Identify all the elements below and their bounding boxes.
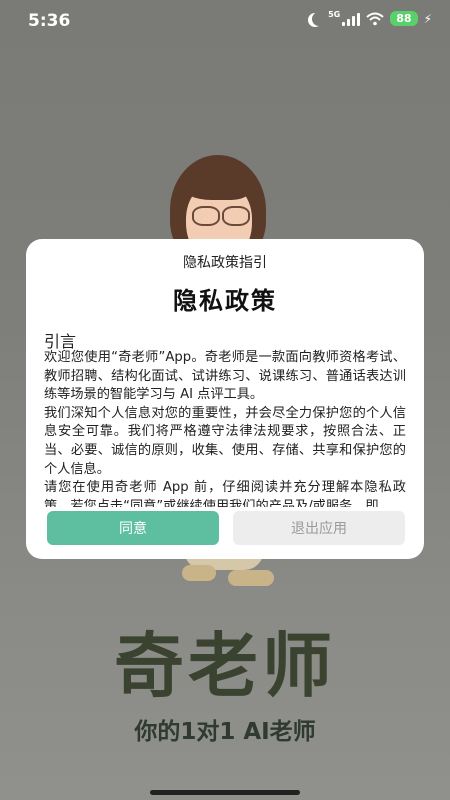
wifi-icon [366, 12, 384, 25]
do-not-disturb-moon-icon [312, 12, 326, 26]
cellular-signal-icon [342, 12, 361, 26]
privacy-policy-dialog: 隐私政策指引 隐私政策 引言 欢迎您使用“奇老师”App。奇老师是一款面向教师资… [26, 239, 424, 559]
policy-paragraph: 欢迎您使用“奇老师”App。奇老师是一款面向教师资格考试、教师招聘、结构化面试、… [44, 350, 406, 403]
battery-level-badge: 88 [390, 11, 418, 26]
status-bar: 5:36 5G 88 ⚡ [0, 0, 450, 42]
policy-paragraph: 我们深知个人信息对您的重要性，并会尽全力保护您的个人信息安全可靠。我们将严格遵守… [44, 405, 406, 477]
home-indicator[interactable] [150, 790, 300, 795]
charging-bolt-icon: ⚡ [423, 11, 432, 26]
dialog-header-title: 隐私政策指引 [183, 255, 267, 271]
agree-button[interactable]: 同意 [47, 511, 219, 545]
dialog-title: 隐私政策 [173, 287, 277, 315]
app-brand-name: 奇老师 [114, 625, 336, 707]
status-icons: 5G 88 ⚡ [308, 9, 432, 26]
app-slogan: 你的1对1 AI老师 [134, 719, 316, 745]
network-type-label: 5G [328, 9, 341, 19]
status-time: 5:36 [28, 11, 71, 31]
exit-app-button[interactable]: 退出应用 [233, 511, 405, 545]
policy-text-scroll-area[interactable]: 欢迎您使用“奇老师”App。奇老师是一款面向教师资格考试、教师招聘、结构化面试、… [44, 349, 406, 507]
policy-paragraph: 请您在使用奇老师 App 前，仔细阅读并充分理解本隐私政策。若您点击“同意”或继… [44, 480, 406, 507]
